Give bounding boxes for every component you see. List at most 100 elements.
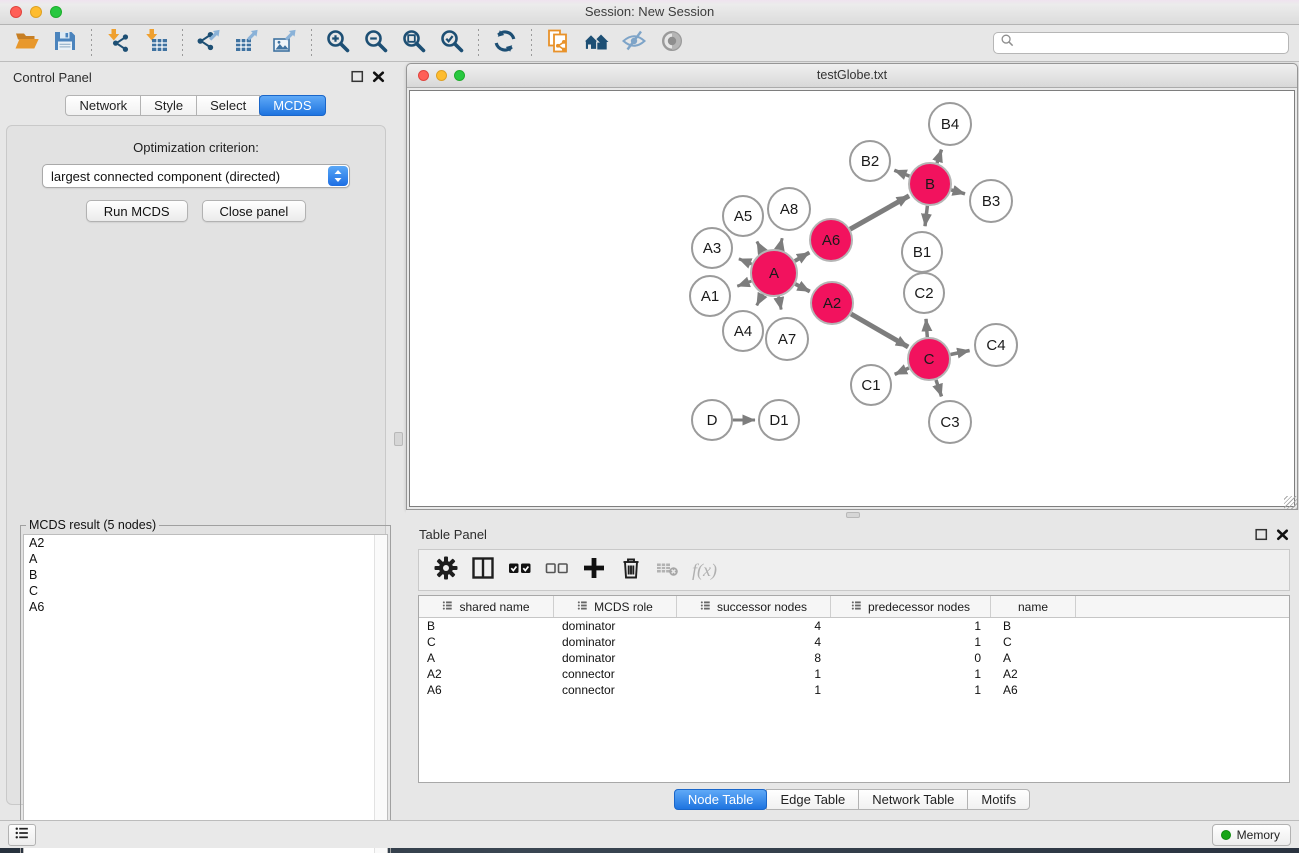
add-column-button[interactable] [575,555,612,585]
delete-column-button[interactable] [612,555,649,585]
mcds-result-item[interactable]: A [24,551,387,567]
graph-node-B1[interactable]: B1 [902,232,942,272]
export-network-button[interactable] [190,28,228,58]
graph-node-A2[interactable]: A2 [811,282,853,324]
table-tab-node-table[interactable]: Node Table [674,789,768,810]
graph-node-D[interactable]: D [692,400,732,440]
graph-node-C2[interactable]: C2 [904,273,944,313]
table-cell[interactable]: 4 [677,618,831,634]
edge-C-C2[interactable] [926,319,927,337]
tab-style[interactable]: Style [140,95,197,116]
mcds-result-item[interactable]: B [24,567,387,583]
table-row-A2[interactable]: A2connector11A2 [419,666,1289,682]
run-mcds-button[interactable]: Run MCDS [86,200,188,222]
table-cell[interactable]: C [991,634,1076,650]
table-cell[interactable]: 8 [677,650,831,666]
table-cell[interactable]: dominator [554,618,677,634]
edge-A-A7[interactable] [779,297,782,310]
edge-C-C1[interactable] [895,368,909,374]
edge-A-A1[interactable] [737,281,751,286]
graph-node-A1[interactable]: A1 [690,276,730,316]
edge-A2-C[interactable] [851,314,908,347]
network-canvas[interactable]: B4B2BB3A5A8A6A3B1AA1C2A2A4A7C4CC1C3DD1 [409,90,1295,507]
float-panel-icon[interactable] [350,69,365,84]
edge-B-B4[interactable] [937,150,942,164]
export-table-button[interactable] [228,28,266,58]
table-cell[interactable]: connector [554,666,677,682]
show-eye-button[interactable] [653,28,691,58]
table-cell[interactable]: 0 [831,650,991,666]
table-cell[interactable]: C [419,634,554,650]
float-panel-icon[interactable] [1254,527,1269,542]
search-input[interactable] [1019,36,1282,50]
graph-node-C3[interactable]: C3 [929,401,971,443]
edge-C-C4[interactable] [951,351,970,355]
graph-node-B[interactable]: B [909,163,951,205]
graph-node-B4[interactable]: B4 [929,103,971,145]
graph-node-A3[interactable]: A3 [692,228,732,268]
graph-node-C1[interactable]: C1 [851,365,891,405]
close-panel-icon[interactable] [1275,527,1290,542]
table-cell[interactable]: connector [554,682,677,698]
export-image-button[interactable] [266,28,304,58]
select-all-button[interactable] [501,555,538,585]
edge-A-A5[interactable] [757,242,763,252]
table-row-C[interactable]: Cdominator41C [419,634,1289,650]
memory-button[interactable]: Memory [1212,824,1291,846]
save-session-button[interactable] [46,28,84,58]
table-cell[interactable]: B [991,618,1076,634]
zoom-selected-button[interactable] [433,28,471,58]
open-session-button[interactable] [8,28,46,58]
edge-B-B3[interactable] [951,190,965,194]
column-header-name[interactable]: name [991,596,1076,617]
vertical-splitter[interactable] [392,62,406,820]
mcds-result-item[interactable]: A2 [24,535,387,551]
edge-A-A4[interactable] [757,294,763,305]
graph-node-B3[interactable]: B3 [970,180,1012,222]
graph-node-A4[interactable]: A4 [723,311,763,351]
horizontal-splitter-handle[interactable] [846,512,860,518]
graph-node-A6[interactable]: A6 [810,219,852,261]
refresh-button[interactable] [486,28,524,58]
table-cell[interactable]: 1 [831,682,991,698]
column-header-predecessor-nodes[interactable]: predecessor nodes [831,596,991,617]
graph-node-D1[interactable]: D1 [759,400,799,440]
horizontal-splitter[interactable] [406,510,1299,520]
table-row-B[interactable]: Bdominator41B [419,618,1289,634]
settings-button[interactable] [427,555,464,585]
copy-view-button[interactable] [539,28,577,58]
window-resize-grip[interactable] [1284,496,1297,509]
table-tab-motifs[interactable]: Motifs [967,789,1030,810]
edge-B-B1[interactable] [925,206,927,226]
edge-A-A8[interactable] [780,238,783,249]
mcds-result-item[interactable]: C [24,583,387,599]
table-cell[interactable]: 1 [831,618,991,634]
table-cell[interactable]: 1 [831,634,991,650]
table-cell[interactable]: 1 [677,682,831,698]
table-cell[interactable]: 1 [677,666,831,682]
table-row-A6[interactable]: A6connector11A6 [419,682,1289,698]
zoom-in-button[interactable] [319,28,357,58]
home-button[interactable] [577,28,615,58]
result-scrollbar[interactable] [374,535,387,853]
task-history-button[interactable] [8,824,36,846]
table-cell[interactable]: A2 [419,666,554,682]
table-tab-edge-table[interactable]: Edge Table [766,789,859,810]
mcds-result-item[interactable]: A6 [24,599,387,615]
table-cell[interactable]: A6 [419,682,554,698]
graph-node-B2[interactable]: B2 [850,141,890,181]
edge-A-A6[interactable] [795,253,810,262]
table-cell[interactable]: A [419,650,554,666]
close-panel-icon[interactable] [371,69,386,84]
tab-mcds[interactable]: MCDS [259,95,325,116]
graph-node-C[interactable]: C [908,338,950,380]
edge-B-B2[interactable] [894,170,909,176]
table-cell[interactable]: dominator [554,650,677,666]
graph-node-C4[interactable]: C4 [975,324,1017,366]
graph-node-A5[interactable]: A5 [723,196,763,236]
table-cell[interactable]: A [991,650,1076,666]
close-panel-button[interactable]: Close panel [202,200,307,222]
column-header-MCDS-role[interactable]: MCDS role [554,596,677,617]
graph-node-A[interactable]: A [751,250,797,296]
table-cell[interactable]: 1 [831,666,991,682]
